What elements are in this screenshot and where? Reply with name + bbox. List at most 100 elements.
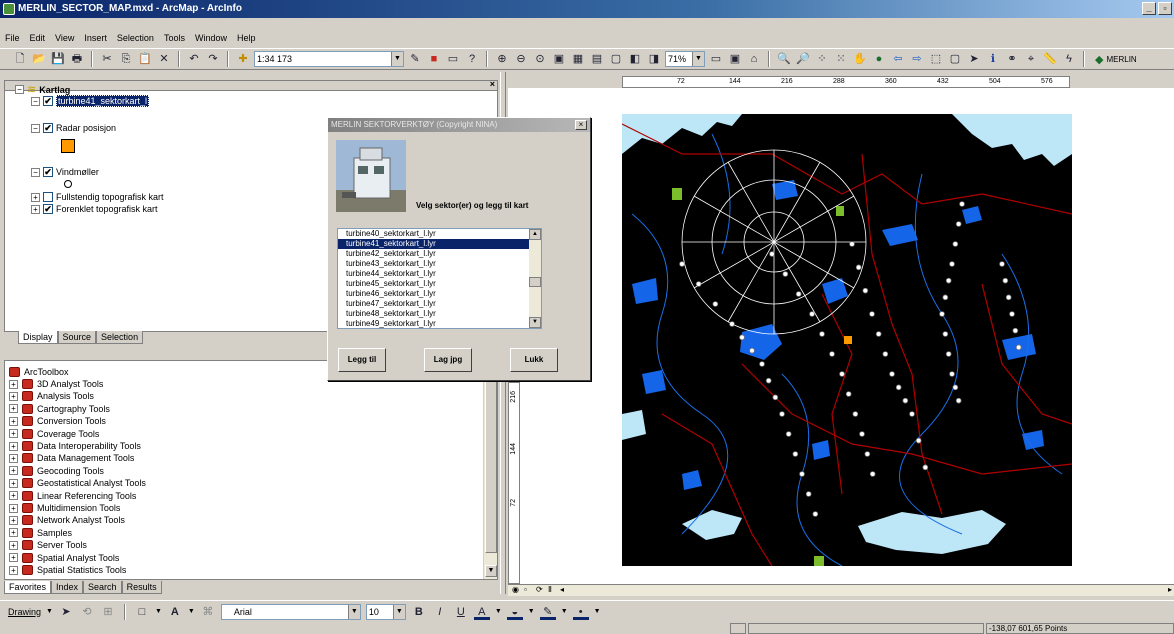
menu-help[interactable]: Help (236, 33, 257, 48)
restore-button[interactable]: ▫ (1158, 2, 1172, 15)
toolbox-item[interactable]: + Samples (9, 527, 72, 538)
map-data-frame[interactable] (622, 114, 1072, 566)
fixed-zoom-out-icon[interactable]: ▤ (589, 51, 605, 67)
scroll-left-icon[interactable]: ◂ (560, 585, 564, 594)
toolbox-item[interactable]: + Cartography Tools (9, 403, 110, 414)
make-jpg-button[interactable]: Lag jpg (424, 348, 472, 372)
scroll-down-icon[interactable]: ▼ (485, 565, 497, 577)
layer-visibility-checkbox[interactable]: ✔ (43, 204, 53, 214)
select-elements-arrow-icon[interactable]: ➤ (966, 51, 982, 67)
pause-drawing-icon[interactable]: Ⅱ (548, 585, 552, 594)
merlin-button[interactable]: ◆ MERLIN (1091, 53, 1141, 66)
rotate-icon[interactable]: ⟲ (79, 604, 95, 620)
toolbox-item[interactable]: + Analysis Tools (9, 391, 94, 402)
list-item[interactable]: turbine48_sektorkart_l.lyr (338, 309, 541, 319)
full-extent-globe-icon[interactable]: ● (871, 51, 887, 67)
open-folder-icon[interactable]: 📂 (31, 51, 47, 67)
drawing-menu[interactable]: Drawing (8, 607, 41, 617)
expand-icon[interactable]: + (9, 503, 18, 513)
text-tool-icon[interactable]: A (167, 604, 183, 620)
editor-icon[interactable]: ✎ (407, 51, 423, 67)
tab-results[interactable]: Results (121, 581, 162, 594)
chevron-down-icon[interactable]: ▼ (391, 52, 403, 66)
fill-color-icon[interactable]: ◒ (506, 604, 523, 620)
chevron-down-icon[interactable]: ▼ (495, 608, 502, 615)
underline-icon[interactable]: U (453, 604, 469, 620)
chevron-down-icon[interactable]: ▼ (528, 608, 535, 615)
collapse-icon[interactable]: − (31, 123, 40, 133)
menu-file[interactable]: File (4, 33, 21, 48)
tab-display[interactable]: Display (18, 331, 58, 344)
tab-index[interactable]: Index (51, 581, 84, 594)
toolbox-item[interactable]: + Data Interoperability Tools (9, 441, 141, 451)
scroll-right-icon[interactable]: ▸ (1168, 585, 1172, 594)
toolbox-item[interactable]: + Coverage Tools (9, 428, 99, 439)
delete-icon[interactable]: ✕ (156, 51, 172, 67)
command-line-icon[interactable]: ▭ (445, 51, 461, 67)
list-item[interactable]: turbine47_sektorkart_l.lyr (338, 299, 541, 309)
whats-this-icon[interactable]: ? (464, 51, 480, 67)
go-to-xy-icon[interactable]: ⌖ (1023, 51, 1039, 67)
minimize-button[interactable]: _ (1142, 2, 1156, 15)
identify-icon[interactable]: ℹ (985, 51, 1001, 67)
expand-icon[interactable]: + (9, 553, 18, 563)
arctoolbox-icon[interactable]: ■ (426, 51, 442, 67)
zoom-in-icon[interactable]: 🔍 (776, 51, 792, 67)
toc-layer-turbine41[interactable]: − ✔ turbine41_sektorkart_l (31, 95, 150, 107)
tab-favorites[interactable]: Favorites (4, 581, 52, 594)
toggle-draft-mode-icon[interactable]: ▭ (708, 51, 724, 67)
fixed-zoom-out-map-icon[interactable]: ⁙ (833, 51, 849, 67)
fixed-zoom-in-map-icon[interactable]: ⁘ (814, 51, 830, 67)
list-item[interactable]: turbine45_sektorkart_l.lyr (338, 279, 541, 289)
expand-icon[interactable]: + (9, 429, 18, 439)
zoom-out-page-icon[interactable]: ⊖ (513, 51, 529, 67)
go-forward-extent-icon[interactable]: ◨ (646, 51, 662, 67)
map-scale-combo[interactable]: 1:34 173 ▼ (254, 51, 404, 67)
toolbox-scrollbar[interactable]: ▼ (483, 361, 497, 579)
toolbox-item[interactable]: + Server Tools (9, 540, 87, 551)
focus-data-frame-icon[interactable]: ▣ (727, 51, 743, 67)
font-color-icon[interactable]: A (473, 604, 490, 620)
new-document-icon[interactable]: 🗋 (12, 51, 28, 67)
toolbox-item[interactable]: + Geocoding Tools (9, 465, 104, 476)
toc-layer-simple-topo[interactable]: + ✔ Forenklet topografisk kart (31, 204, 158, 214)
layout-view-icon[interactable]: ▫ (524, 585, 527, 594)
scroll-up-icon[interactable]: ▲ (529, 229, 541, 240)
layer-visibility-checkbox[interactable] (43, 192, 53, 202)
go-back-extent-icon[interactable]: ◧ (627, 51, 643, 67)
zoom-whole-page-icon[interactable]: ▣ (551, 51, 567, 67)
chevron-down-icon[interactable]: ▼ (188, 608, 195, 615)
scroll-thumb[interactable] (529, 277, 541, 287)
menu-window[interactable]: Window (194, 33, 228, 48)
find-binoculars-icon[interactable]: ⚭ (1004, 51, 1020, 67)
chevron-down-icon[interactable]: ▼ (347, 604, 360, 619)
collapse-icon[interactable]: − (31, 167, 40, 177)
toolbox-item[interactable]: + Data Management Tools (9, 453, 134, 464)
dialog-title-bar[interactable]: MERLIN SEKTORVERKTØY (Copyright NINA) × (328, 118, 590, 132)
toc-layer-wind-turbines[interactable]: − ✔ Vindmøller (31, 167, 99, 177)
list-item[interactable]: turbine42_sektorkart_l.lyr (338, 249, 541, 259)
layout-hscrollbar[interactable]: ◉ ▫ ⟳ Ⅱ ◂ ▸ (508, 584, 1174, 596)
clear-selection-icon[interactable]: ▢ (947, 51, 963, 67)
line-color-icon[interactable]: ✎ (539, 604, 556, 620)
list-item[interactable]: turbine46_sektorkart_l.lyr (338, 289, 541, 299)
chevron-down-icon[interactable]: ▼ (692, 52, 704, 66)
forward-arrow-icon[interactable]: ⇨ (909, 51, 925, 67)
undo-icon[interactable]: ↶ (186, 51, 202, 67)
expand-icon[interactable]: + (9, 441, 18, 451)
chevron-down-icon[interactable]: ▼ (155, 608, 162, 615)
zoom-100-icon[interactable]: ▢ (608, 51, 624, 67)
menu-view[interactable]: View (54, 33, 75, 48)
toc-layer-full-topo[interactable]: + Fullstendig topografisk kart (31, 192, 164, 202)
fixed-zoom-in-icon[interactable]: ▦ (570, 51, 586, 67)
toolbox-item[interactable]: +3D Analyst Tools (9, 379, 103, 389)
expand-icon[interactable]: + (9, 491, 18, 501)
expand-icon[interactable]: + (31, 192, 40, 202)
pan-page-icon[interactable]: ⊙ (532, 51, 548, 67)
chevron-down-icon[interactable]: ▼ (594, 608, 601, 615)
list-item[interactable]: turbine44_sektorkart_l.lyr (338, 269, 541, 279)
pan-hand-icon[interactable]: ✋ (852, 51, 868, 67)
expand-icon[interactable]: + (9, 528, 18, 538)
close-dialog-button[interactable]: Lukk (510, 348, 558, 372)
save-icon[interactable]: 💾 (50, 51, 66, 67)
